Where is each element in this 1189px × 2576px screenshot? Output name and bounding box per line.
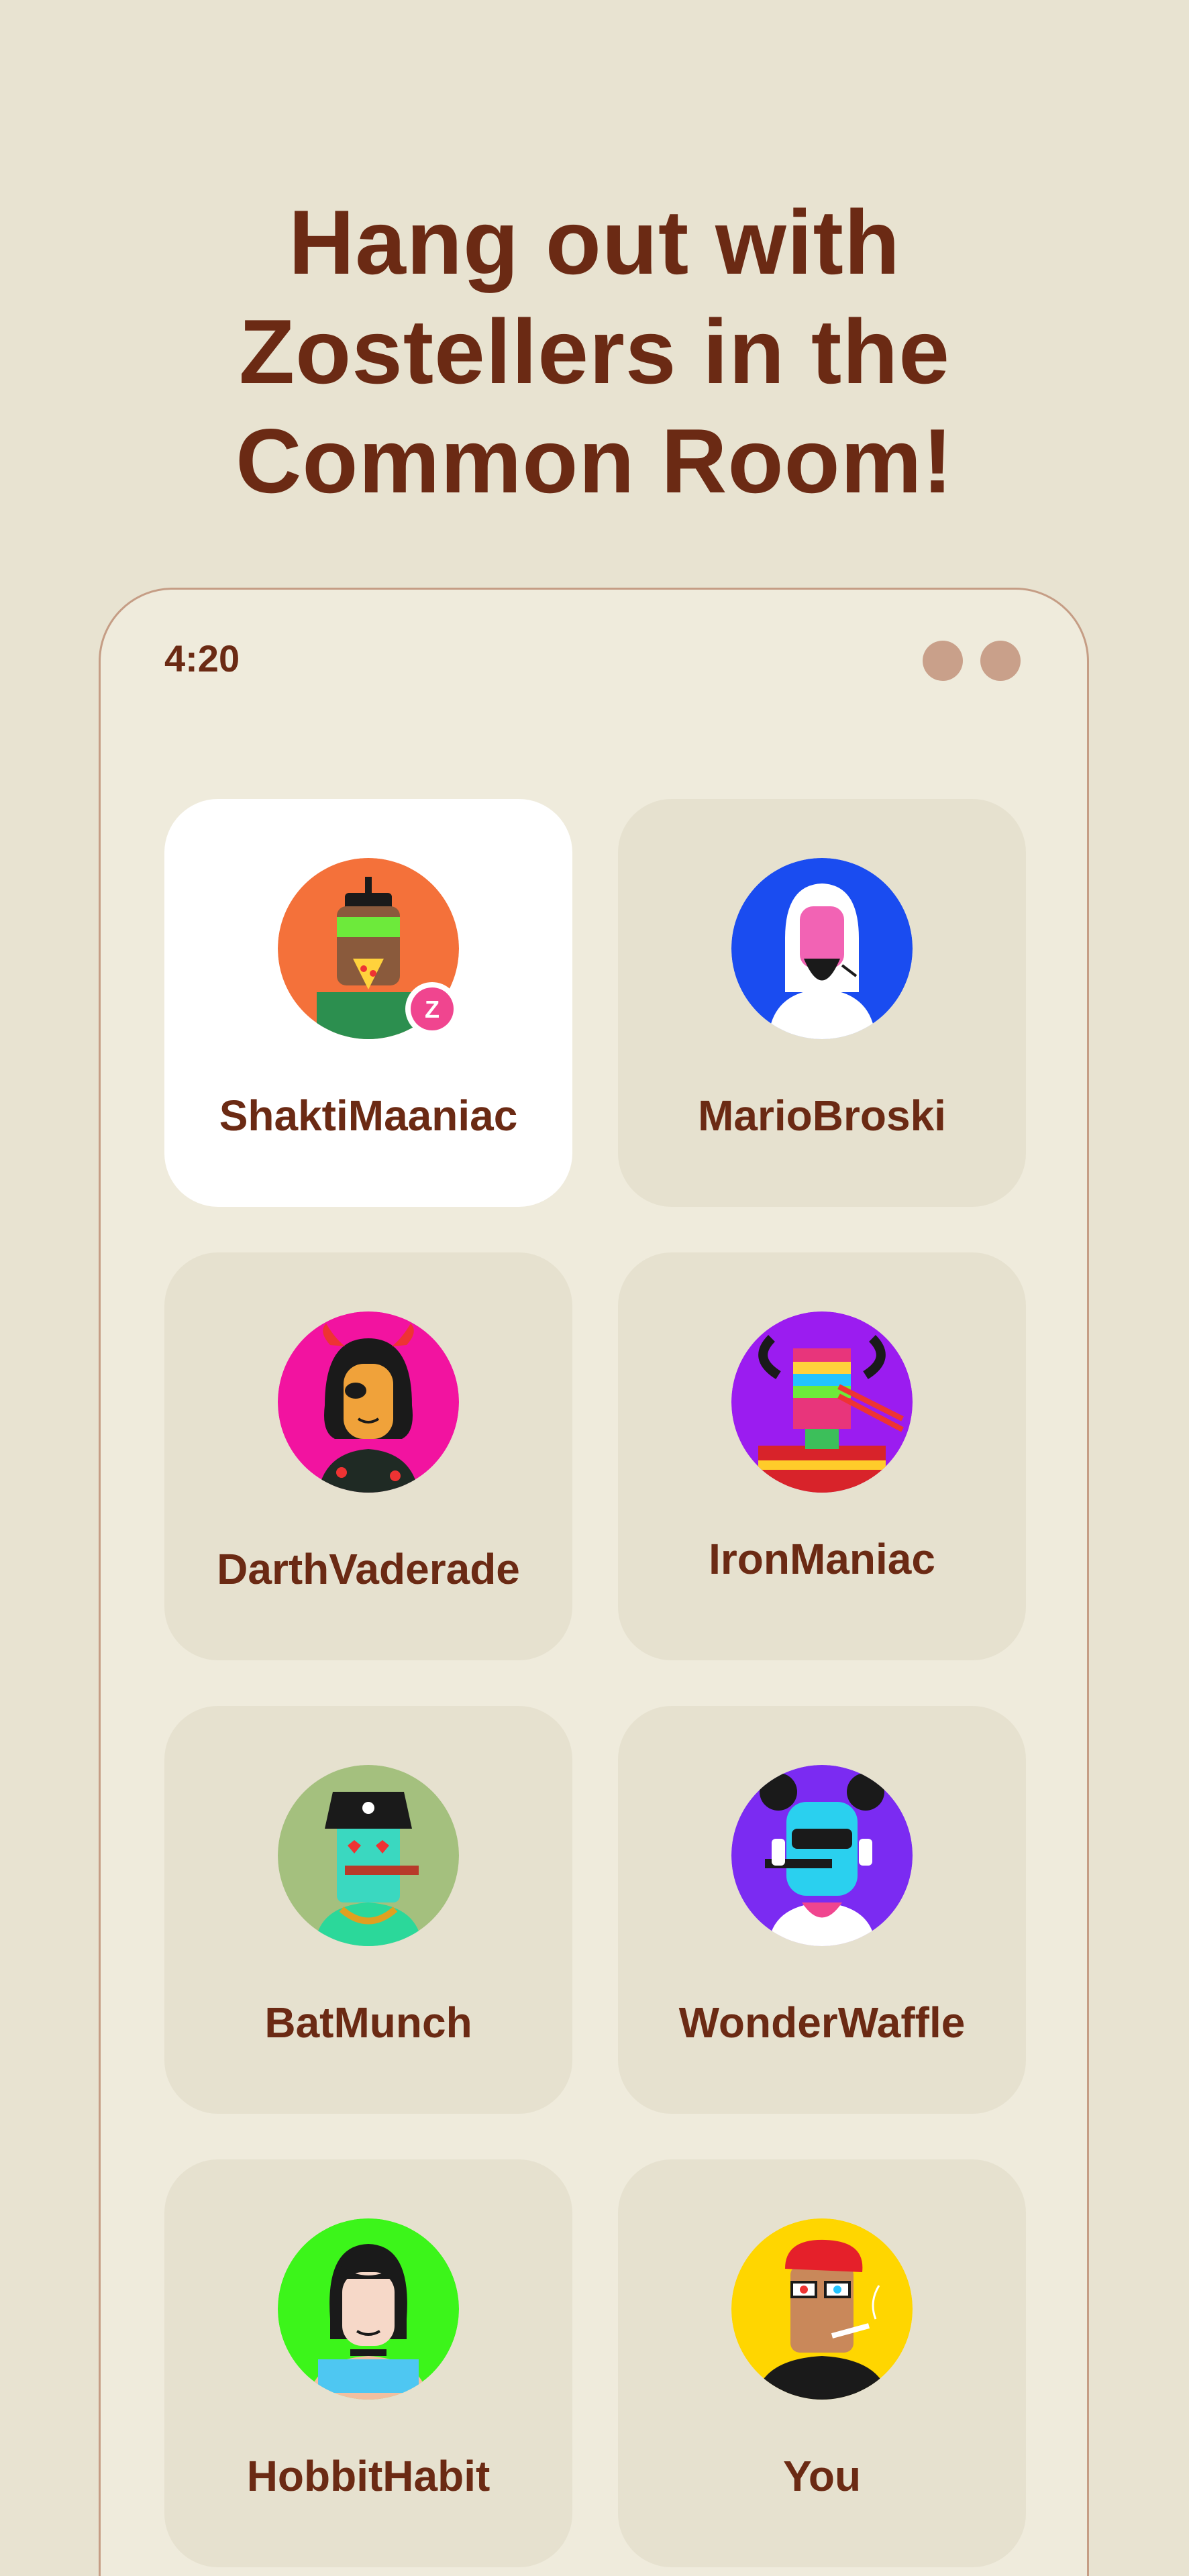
svg-text:Z: Z: [425, 996, 440, 1023]
avatar: [731, 2218, 913, 2400]
member-name: BatMunch: [264, 1998, 472, 2047]
member-card-wonderwaffle[interactable]: WonderWaffle: [618, 1706, 1026, 2114]
avatar: [731, 1765, 913, 1946]
member-card-batmunch[interactable]: BatMunch: [164, 1706, 572, 2114]
headline-line-1: Hang out with: [289, 191, 900, 293]
member-card-you[interactable]: You: [618, 2159, 1026, 2567]
member-card-hobbithabit[interactable]: HobbitHabit: [164, 2159, 572, 2567]
page: Hang out with Zostellers in the Common R…: [0, 0, 1189, 2576]
avatar: [731, 858, 913, 1039]
member-name: ShaktiMaaniac: [219, 1091, 518, 1140]
member-card-darthvaderade[interactable]: DarthVaderade: [164, 1252, 572, 1660]
member-name: You: [782, 2452, 862, 2500]
member-name: MarioBroski: [698, 1091, 946, 1140]
member-name: HobbitHabit: [246, 2452, 490, 2500]
member-card-shaktimaaniac[interactable]: Z ShaktiMaaniac: [164, 799, 572, 1207]
avatar: [278, 1765, 459, 1946]
headline-line-3: Common Room!: [236, 410, 953, 512]
member-name: IronManiac: [709, 1535, 935, 1583]
member-name: WonderWaffle: [678, 1998, 966, 2047]
member-name: DarthVaderade: [217, 1545, 520, 1593]
avatar: [731, 1311, 913, 1493]
status-dot-icon: [923, 641, 963, 681]
avatar: [278, 1311, 459, 1493]
status-time: 4:20: [164, 637, 240, 680]
member-card-mariobroski[interactable]: MarioBroski: [618, 799, 1026, 1207]
avatar: [278, 2218, 459, 2400]
headline-line-2: Zostellers in the: [239, 301, 950, 402]
status-dot-icon: [980, 641, 1021, 681]
headline: Hang out with Zostellers in the Common R…: [0, 188, 1189, 516]
zostel-badge-icon: Z: [403, 980, 461, 1038]
member-card-ironmaniac[interactable]: IronManiac: [618, 1252, 1026, 1660]
phone-frame: 4:20 Z ShaktiMaaniac MarioBroski DarthVa…: [99, 588, 1089, 2576]
